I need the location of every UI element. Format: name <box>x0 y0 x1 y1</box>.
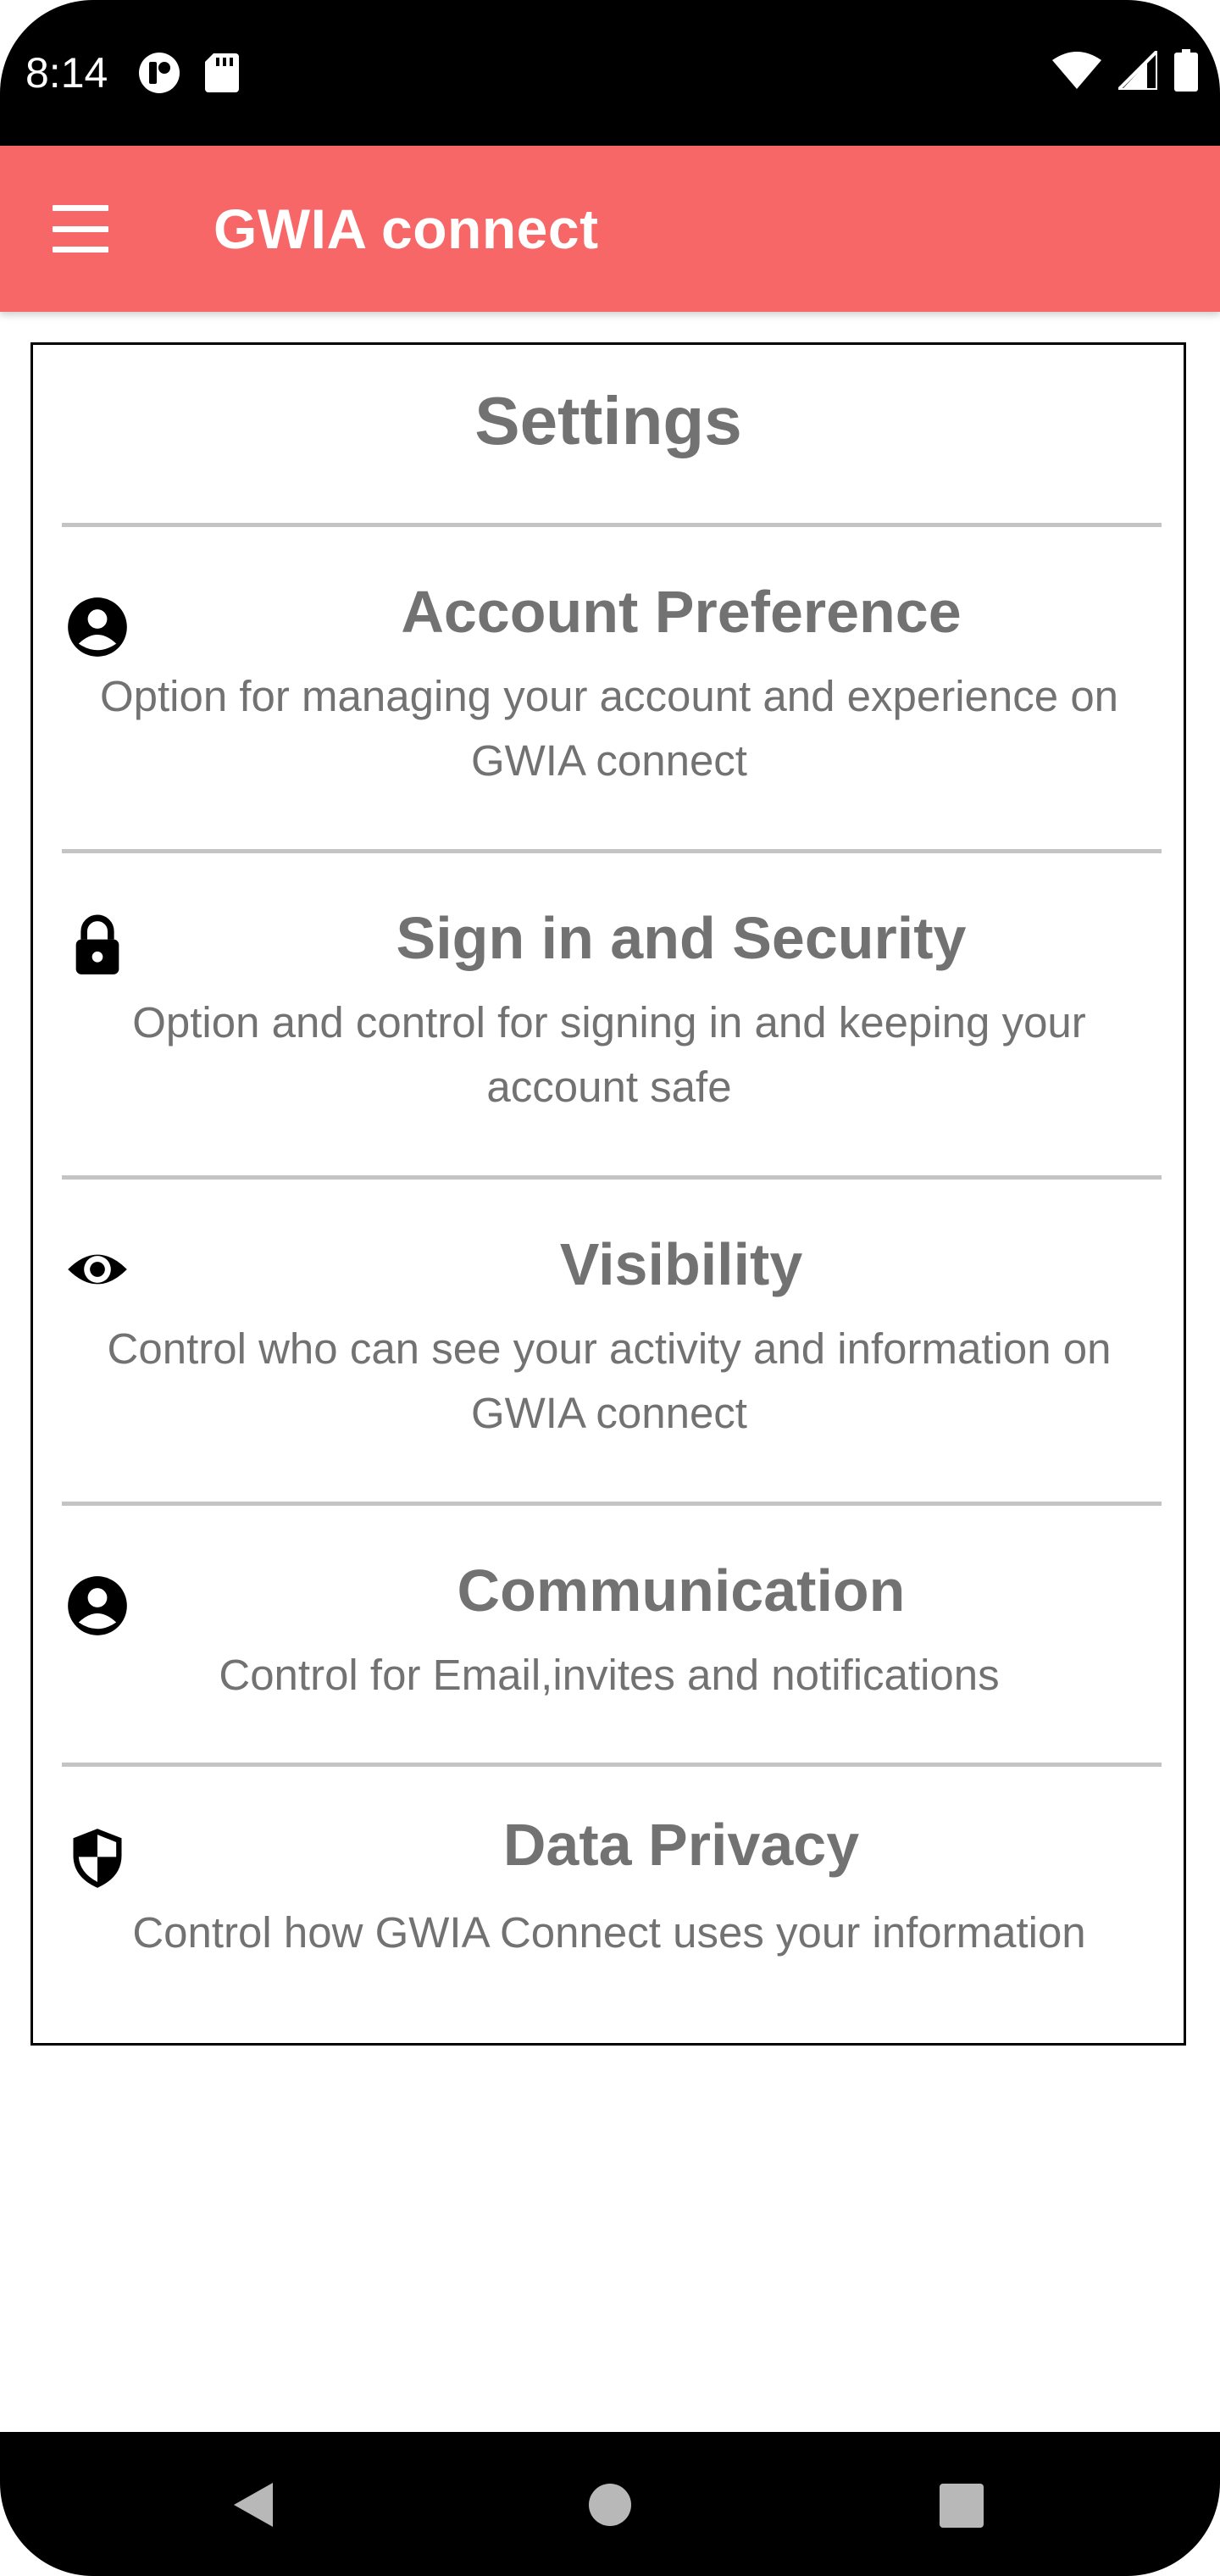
wifi-icon <box>1052 52 1101 89</box>
settings-item-title: Account Preference <box>401 579 962 645</box>
sd-card-icon <box>205 53 239 92</box>
settings-item-visibility[interactable]: Visibility Control who can see your acti… <box>33 1180 1184 1502</box>
settings-item-title: Data Privacy <box>502 1812 860 1878</box>
settings-card: Settings Account Preference Option for m… <box>30 342 1186 2046</box>
app-title: GWIA connect <box>214 197 599 260</box>
settings-item-title: Sign in and Security <box>396 905 967 971</box>
settings-item-sign-in-security[interactable]: Sign in and Security Option and control … <box>33 853 1184 1175</box>
settings-item-account-preference[interactable]: Account Preference Option for managing y… <box>33 527 1184 849</box>
settings-item-description: Control how GWIA Connect uses your infor… <box>132 1908 1086 1957</box>
status-bar: 8:14 <box>0 0 1220 146</box>
app-bar: GWIA connect <box>0 146 1220 312</box>
settings-item-data-privacy[interactable]: Data Privacy Control how GWIA Connect us… <box>33 1767 1184 2038</box>
settings-item-title: Visibility <box>559 1231 803 1297</box>
cell-signal-icon <box>1118 51 1157 90</box>
notification-badge-icon <box>139 53 180 93</box>
recents-square-icon[interactable] <box>939 2483 984 2529</box>
hamburger-menu-icon[interactable] <box>53 205 108 253</box>
status-time: 8:14 <box>25 49 108 97</box>
settings-item-communication[interactable]: Communication Control for Email,invites … <box>33 1506 1184 1764</box>
settings-item-description: Option for managing your account and exp… <box>99 672 1119 785</box>
navigation-bar <box>0 2432 1220 2576</box>
page-title: Settings <box>474 383 742 458</box>
home-circle-icon[interactable] <box>588 2483 632 2527</box>
settings-item-description: Option and control for signing in and ke… <box>132 998 1086 1111</box>
battery-icon <box>1174 49 1198 92</box>
back-triangle-icon[interactable] <box>230 2479 278 2530</box>
settings-item-description: Control who can see your activity and in… <box>107 1324 1112 1437</box>
settings-item-title: Communication <box>457 1557 906 1624</box>
settings-item-description: Control for Email,invites and notificati… <box>219 1651 1000 1699</box>
